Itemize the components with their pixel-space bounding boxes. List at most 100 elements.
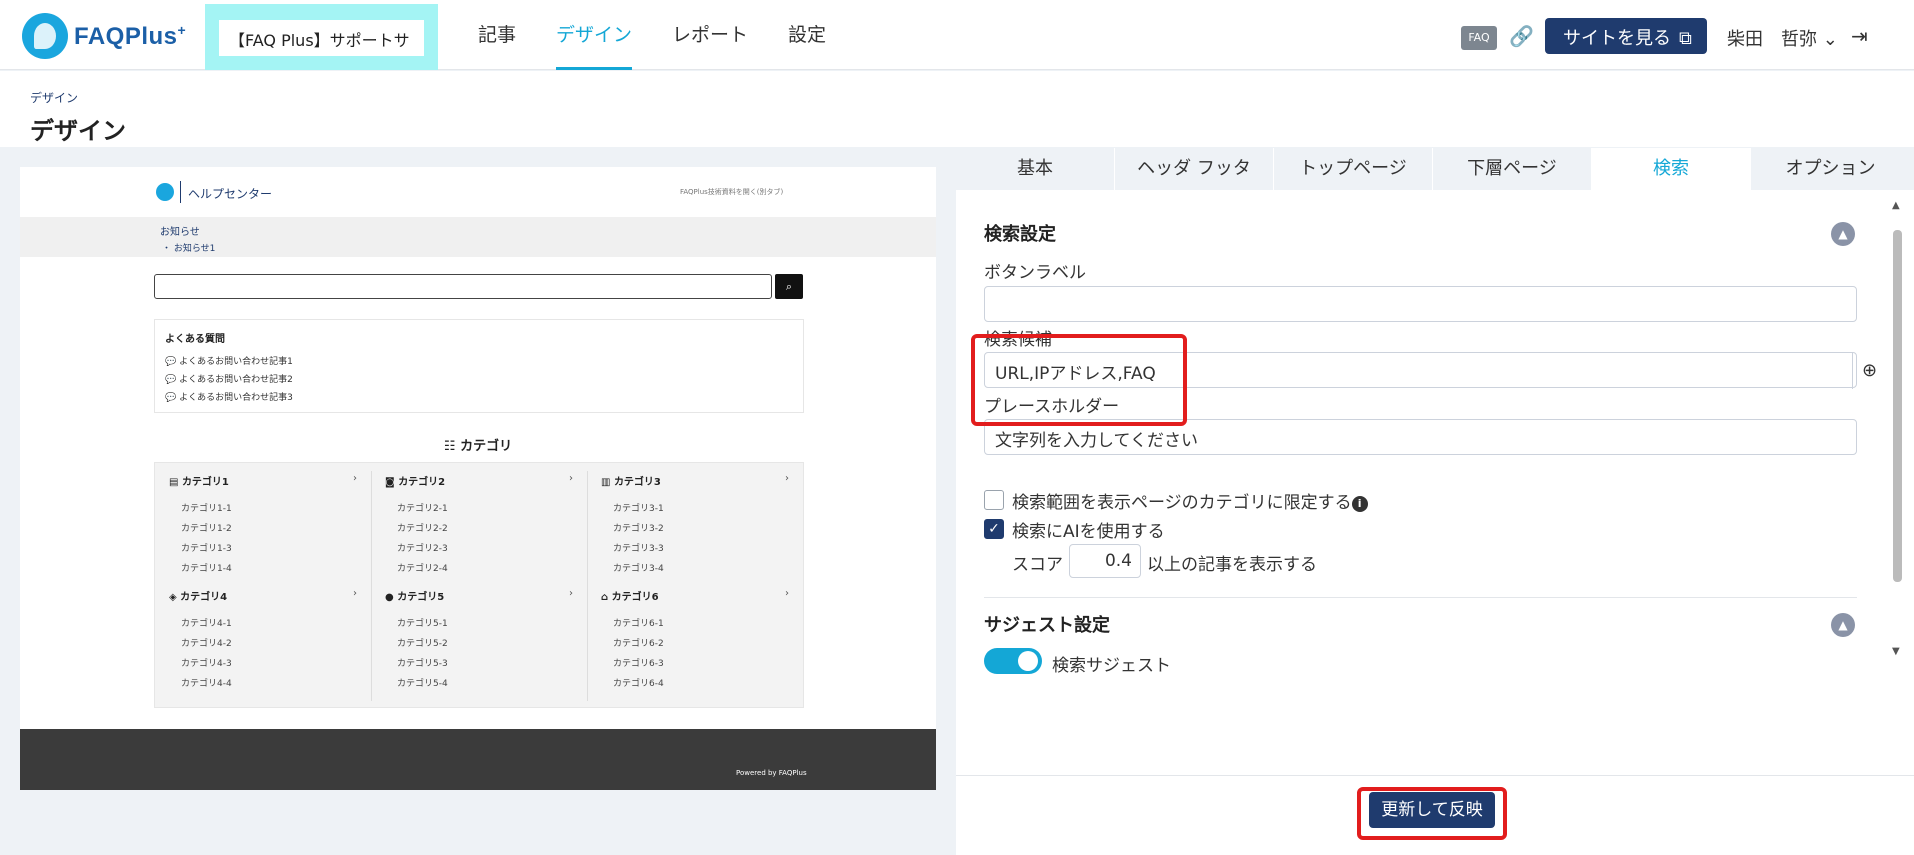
- preview-category: ◙ カテゴリ2 › カテゴリ2-1 カテゴリ2-2 カテゴリ2-3 カテゴリ2-4: [371, 463, 587, 578]
- preview-subcategory: カテゴリ3-3: [613, 544, 664, 554]
- preview-notice-title: お知らせ: [160, 227, 200, 238]
- scroll-up-icon[interactable]: ▲: [1892, 200, 1900, 211]
- limit-scope-label: 検索範囲を表示ページのカテゴリに限定する: [1012, 493, 1352, 513]
- preview-category: ⌂ カテゴリ6 › カテゴリ6-1 カテゴリ6-2 カテゴリ6-3 カテゴリ6-4: [587, 578, 803, 693]
- info-icon[interactable]: i: [1351, 496, 1368, 512]
- preview-faq-item-text: よくあるお問い合わせ記事3: [179, 393, 293, 403]
- preview-subcategory: カテゴリ1-4: [181, 564, 232, 574]
- score-suffix: 以上の記事を表示する: [1147, 555, 1317, 575]
- nav-design[interactable]: デザイン: [536, 0, 652, 70]
- design-preview: ヘルプセンター FAQPlus技術資料を開く(別タブ) お知らせ ・ お知らせ1…: [20, 167, 936, 790]
- preview-category-header: ⌂ カテゴリ6: [601, 592, 659, 603]
- preview-category-title: ☷ カテゴリ: [443, 439, 513, 454]
- user-menu[interactable]: 柴田 哲弥 ⌄: [1727, 25, 1838, 51]
- tab-sub-page[interactable]: 下層ページ: [1433, 148, 1592, 190]
- preview-category-name: カテゴリ4: [180, 592, 228, 603]
- preview-subcategory: カテゴリ1-3: [181, 544, 232, 554]
- main-nav: 記事 デザイン レポート 設定: [458, 0, 846, 70]
- preview-subcategory: カテゴリ2-1: [397, 504, 448, 514]
- brand-name: FAQPlus: [74, 22, 178, 50]
- preview-search-icon: ⌕: [775, 274, 803, 299]
- settings-content: 検索設定 ▲ ボタンラベル 検索候補 URL,IPアドレス,FAQ ⊕ プレース…: [956, 190, 1914, 775]
- chevron-right-icon: ›: [353, 473, 357, 484]
- view-site-button[interactable]: サイトを見る ⧉: [1545, 18, 1707, 54]
- preview-faq-box: よくある質問 💬 よくあるお問い合わせ記事1 💬 よくあるお問い合わせ記事2 💬…: [154, 319, 804, 413]
- logout-icon[interactable]: ⇥: [1851, 24, 1868, 48]
- preview-category: ● カテゴリ5 › カテゴリ5-1 カテゴリ5-2 カテゴリ5-3 カテゴリ5-4: [371, 578, 587, 693]
- tab-basic[interactable]: 基本: [956, 148, 1115, 190]
- chevron-up-icon[interactable]: ▲: [1831, 613, 1855, 637]
- chevron-up-icon[interactable]: ▲: [1831, 222, 1855, 246]
- search-suggest-label: 検索サジェスト: [1052, 656, 1171, 676]
- suggest-settings-title: サジェスト設定: [984, 615, 1110, 636]
- suggestions-highlight: [971, 334, 1187, 426]
- preview-help-center: ヘルプセンター: [188, 187, 273, 201]
- tab-search[interactable]: 検索: [1592, 148, 1751, 190]
- dolphin-logo-icon: [22, 13, 68, 59]
- preview-notice-item: ・ お知らせ1: [162, 244, 216, 254]
- link-icon[interactable]: 🔗: [1509, 24, 1534, 48]
- brand-logo[interactable]: FAQPlus+: [22, 13, 187, 59]
- tab-top-page[interactable]: トップページ: [1274, 148, 1433, 190]
- search-suggest-toggle[interactable]: [984, 648, 1042, 674]
- tab-header-footer[interactable]: ヘッダ フッタ: [1115, 148, 1274, 190]
- chevron-right-icon: ›: [353, 588, 357, 599]
- preview-subcategory: カテゴリ6-4: [613, 679, 664, 689]
- preview-subcategory: カテゴリ1-2: [181, 524, 232, 534]
- preview-category-header: ▥ カテゴリ3: [601, 477, 661, 488]
- nav-reports[interactable]: レポート: [652, 0, 768, 70]
- chevron-down-icon: ⌄: [1822, 29, 1838, 50]
- preview-search-input: [154, 274, 772, 299]
- site-selector[interactable]: 【FAQ Plus】サポートサ: [205, 4, 438, 70]
- score-input[interactable]: 0.4: [1069, 544, 1141, 578]
- scrollbar-thumb[interactable]: [1893, 230, 1902, 582]
- chevron-right-icon: ›: [569, 473, 573, 484]
- preview-category-header: ◙ カテゴリ2: [385, 477, 446, 488]
- external-link-icon: ⧉: [1679, 28, 1692, 49]
- preview-faq-title: よくある質問: [165, 334, 225, 345]
- preview-category-header: ▤ カテゴリ1: [169, 477, 229, 488]
- preview-subcategory: カテゴリ4-3: [181, 659, 232, 669]
- preview-category: ◈ カテゴリ4 › カテゴリ4-1 カテゴリ4-2 カテゴリ4-3 カテゴリ4-4: [155, 578, 371, 693]
- tab-options[interactable]: オプション: [1751, 148, 1910, 190]
- preview-subcategory: カテゴリ3-4: [613, 564, 664, 574]
- preview-subcategory: カテゴリ5-4: [397, 679, 448, 689]
- use-ai-checkbox[interactable]: ✓: [984, 519, 1004, 539]
- limit-scope-checkbox[interactable]: [984, 490, 1004, 510]
- preview-subcategory: カテゴリ2-3: [397, 544, 448, 554]
- breadcrumb[interactable]: デザイン: [30, 89, 78, 106]
- brand-plus: +: [177, 21, 187, 38]
- preview-category-name: カテゴリ1: [181, 477, 229, 488]
- nav-settings[interactable]: 設定: [768, 0, 846, 70]
- button-label-field[interactable]: [984, 286, 1857, 322]
- preview-subcategory: カテゴリ4-1: [181, 619, 232, 629]
- chevron-right-icon: ›: [785, 473, 789, 484]
- search-settings-title: 検索設定: [984, 224, 1056, 245]
- settings-panel: 基本 ヘッダ フッタ トップページ 下層ページ 検索 オプション 検索設定 ▲ …: [956, 148, 1914, 855]
- top-nav: FAQPlus+ 【FAQ Plus】サポートサ 記事 デザイン レポート 設定…: [0, 0, 1914, 70]
- preview-subcategory: カテゴリ3-1: [613, 504, 664, 514]
- preview-subcategory: カテゴリ5-3: [397, 659, 448, 669]
- add-suggestion-icon[interactable]: ⊕: [1852, 353, 1886, 389]
- scroll-down-icon[interactable]: ▼: [1892, 646, 1900, 657]
- preview-logo-icon: [156, 183, 174, 201]
- preview-category-name: カテゴリ2: [398, 477, 446, 488]
- preview-subcategory: カテゴリ2-2: [397, 524, 448, 534]
- faq-chat-icon[interactable]: FAQ: [1461, 26, 1497, 50]
- preview-category-header: ◈ カテゴリ4: [169, 592, 228, 603]
- chevron-right-icon: ›: [569, 588, 573, 599]
- preview-faq-item: 💬 よくあるお問い合わせ記事3: [165, 393, 293, 403]
- preview-faq-item: 💬 よくあるお問い合わせ記事1: [165, 357, 293, 367]
- preview-subcategory: カテゴリ6-3: [613, 659, 664, 669]
- preview-header: ヘルプセンター FAQPlus技術資料を開く(別タブ): [20, 167, 936, 217]
- preview-logo-divider: [180, 181, 181, 203]
- button-label-label: ボタンラベル: [984, 263, 1086, 283]
- preview-category-name: カテゴリ5: [397, 592, 445, 603]
- score-label: スコア: [1012, 555, 1063, 575]
- preview-category-grid: ▤ カテゴリ1 › カテゴリ1-1 カテゴリ1-2 カテゴリ1-3 カテゴリ1-4…: [154, 462, 804, 708]
- preview-subcategory: カテゴリ5-2: [397, 639, 448, 649]
- nav-articles[interactable]: 記事: [458, 0, 536, 70]
- scrollbar[interactable]: ▲ ▼: [1890, 200, 1904, 770]
- preview-subcategory: カテゴリ4-4: [181, 679, 232, 689]
- user-name: 柴田 哲弥: [1727, 29, 1817, 50]
